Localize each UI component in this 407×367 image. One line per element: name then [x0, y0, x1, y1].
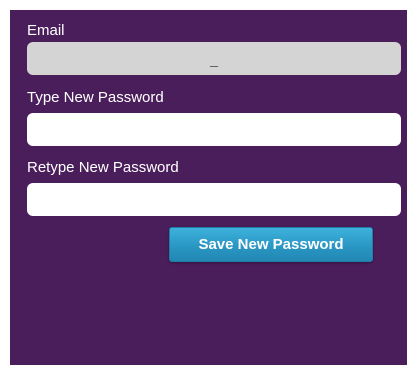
email-field [27, 42, 401, 75]
retype-password-field[interactable] [27, 183, 401, 216]
save-new-password-button[interactable]: Save New Password [169, 227, 373, 262]
password-reset-panel: Email Type New Password Retype New Passw… [10, 10, 407, 365]
new-password-label: Type New Password [27, 89, 164, 106]
retype-password-label: Retype New Password [27, 159, 179, 176]
email-label: Email [27, 22, 65, 39]
new-password-field[interactable] [27, 113, 401, 146]
